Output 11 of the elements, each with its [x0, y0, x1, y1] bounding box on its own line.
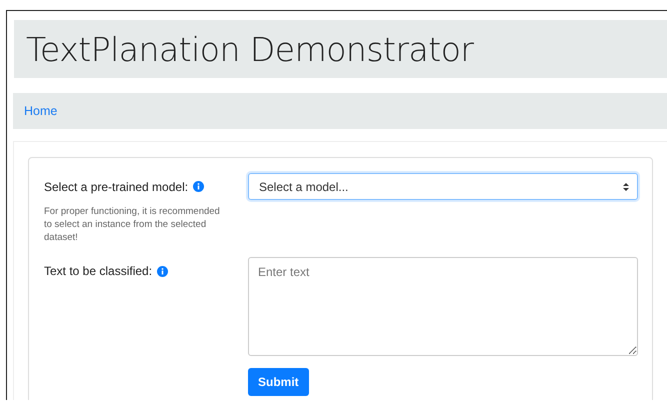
submit-button[interactable]: Submit — [248, 368, 309, 396]
field-label: Select a pre-trained model: — [44, 180, 188, 194]
help-text: For proper functioning, it is recommended to select an instance from the selected dataset! — [44, 205, 221, 244]
info-icon — [157, 266, 168, 276]
nav-link[interactable]: Home — [24, 104, 58, 118]
page-title: TextPlanation Demonstrator — [26, 30, 474, 68]
field-label: Text to be classified: — [44, 264, 152, 278]
model-select[interactable]: Select a model... — [248, 173, 638, 200]
text-input-field[interactable]: Enter text — [248, 257, 638, 356]
select-caret-icon — [623, 182, 629, 190]
info-icon — [193, 181, 204, 192]
